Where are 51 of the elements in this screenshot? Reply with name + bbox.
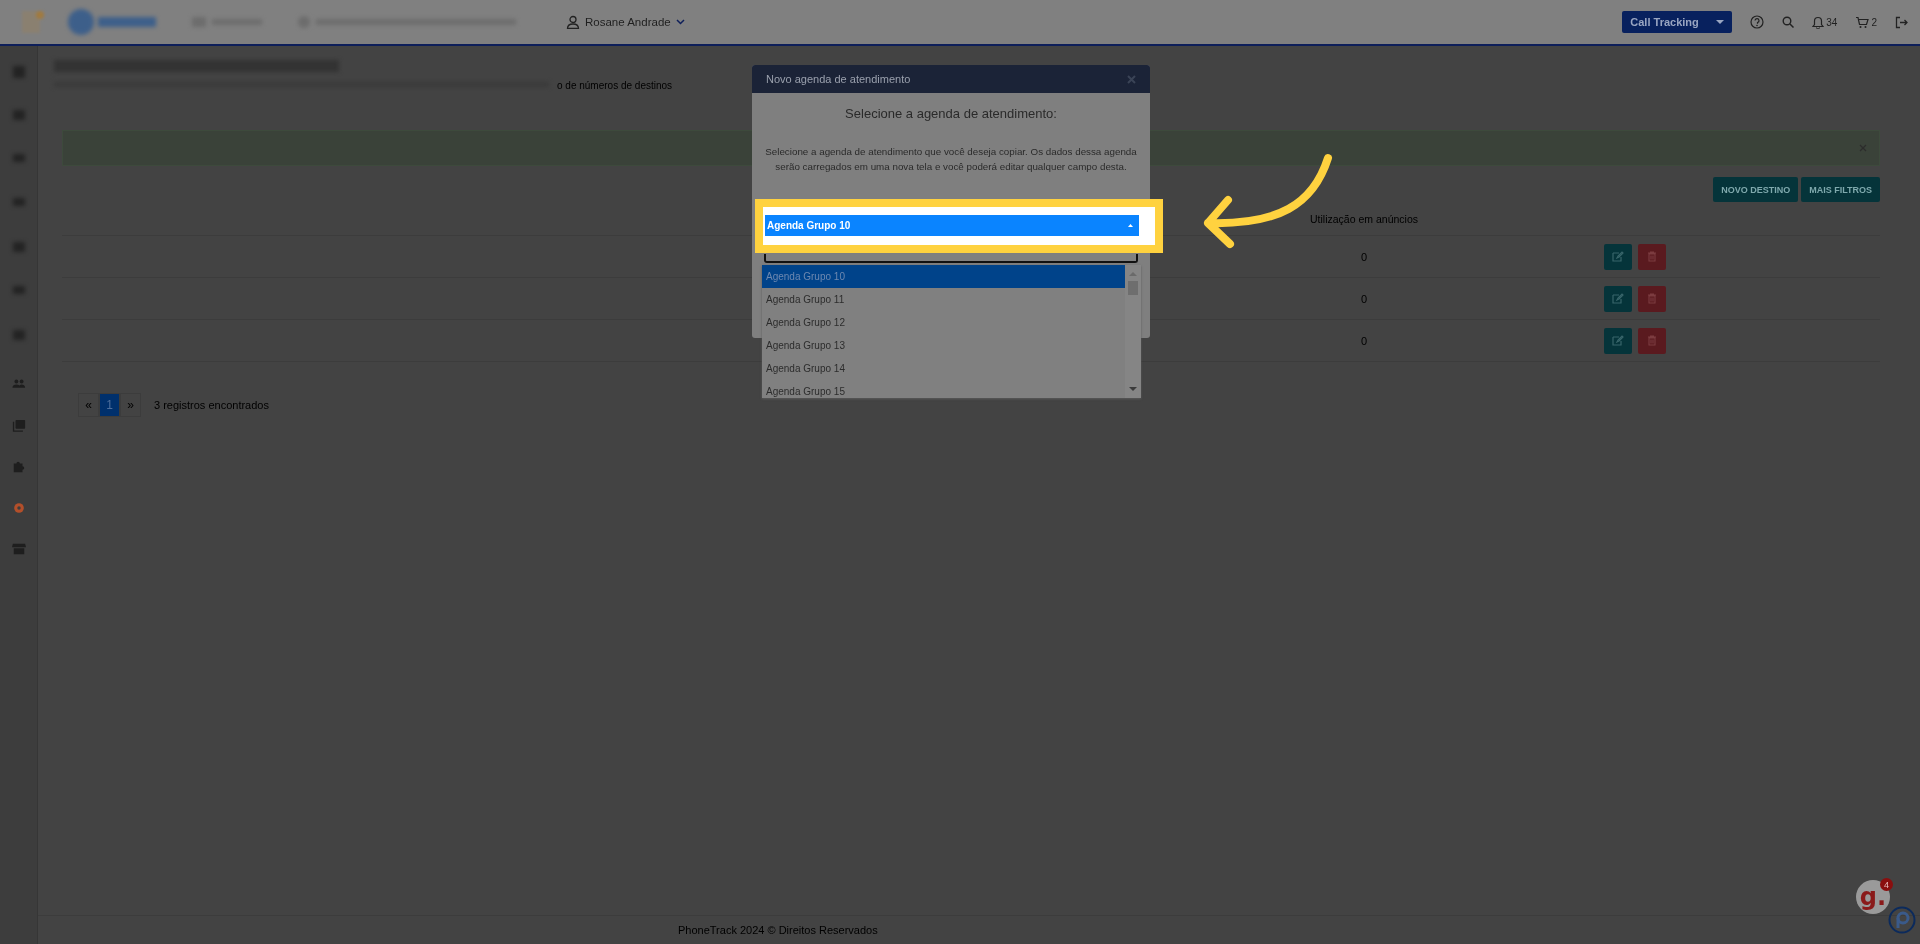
notification-badge: 4 <box>1880 878 1893 891</box>
footer-text: PhoneTrack 2024 © Direitos Reservados <box>678 924 878 936</box>
column-header: Utilização em anúncios <box>1309 212 1419 225</box>
dropdown-option[interactable]: Agenda Grupo 15 <box>762 380 1125 398</box>
notification-count: 34 <box>1826 16 1838 28</box>
results-count: 3 registros encontrados <box>154 399 269 411</box>
search-field[interactable] <box>764 254 1138 263</box>
close-icon[interactable] <box>1127 74 1136 84</box>
delete-button[interactable] <box>1638 285 1666 312</box>
toolbar-button[interactable]: NOVO DESTINO <box>1713 177 1799 202</box>
p-logo-icon[interactable] <box>1888 906 1916 934</box>
logout-icon[interactable] <box>1895 15 1908 29</box>
cart-count: 2 <box>1871 16 1877 28</box>
cart-icon[interactable] <box>1855 15 1870 29</box>
trash-icon <box>1647 335 1657 346</box>
puzzle-icon[interactable] <box>11 460 26 474</box>
trash-icon <box>1647 251 1657 262</box>
chevron-down-icon <box>675 19 685 25</box>
user-icon <box>566 15 580 29</box>
dropdown-option[interactable]: Agenda Grupo 14 <box>762 357 1125 380</box>
edit-button[interactable] <box>1604 327 1632 354</box>
breadcrumb: o de números de destinos <box>557 80 673 91</box>
edit-icon <box>1612 251 1624 262</box>
library-icon[interactable] <box>11 419 26 433</box>
store-icon[interactable] <box>11 542 26 556</box>
previous-page-button[interactable]: « <box>78 393 99 417</box>
next-page-button[interactable]: » <box>120 393 141 417</box>
edit-button[interactable] <box>1604 243 1632 270</box>
search-icon[interactable] <box>1782 16 1795 28</box>
modal-description: Selecione a agenda de atendimento que você deseja copiar. Os dados dessa agenda serão carregados em uma nova tela e você poderá editar qualquer campo desta. <box>764 145 1138 174</box>
dropdown-option[interactable]: Agenda Grupo 13 <box>762 334 1125 357</box>
agenda-select[interactable]: Agenda Grupo 10 <box>765 215 1139 236</box>
modal-title: Novo agenda de atendimento <box>766 73 911 85</box>
bell-icon[interactable] <box>1812 15 1825 29</box>
edit-button[interactable] <box>1604 285 1632 312</box>
trash-icon <box>1647 293 1657 304</box>
modal-heading: Selecione a agenda de atendimento: <box>844 106 1058 121</box>
help-icon[interactable] <box>1750 15 1765 29</box>
dropdown-option[interactable]: Agenda Grupo 12 <box>762 311 1125 334</box>
caret-icon <box>1716 20 1725 24</box>
delete-button[interactable] <box>1638 243 1666 270</box>
toolbar-button[interactable]: MAIS FILTROS <box>1801 177 1880 202</box>
page-button[interactable]: 1 <box>99 393 120 417</box>
caret-icon <box>1128 224 1133 227</box>
dropdown-option[interactable]: Agenda Grupo 11 <box>762 288 1125 311</box>
edit-icon <box>1612 335 1624 346</box>
product-select[interactable]: Call Tracking <box>1622 11 1733 33</box>
delete-button[interactable] <box>1638 327 1666 354</box>
edit-icon <box>1612 293 1624 304</box>
user-name[interactable]: Rosane Andrade <box>585 16 671 28</box>
dropdown-option[interactable]: Agenda Grupo 10 <box>762 265 1125 288</box>
